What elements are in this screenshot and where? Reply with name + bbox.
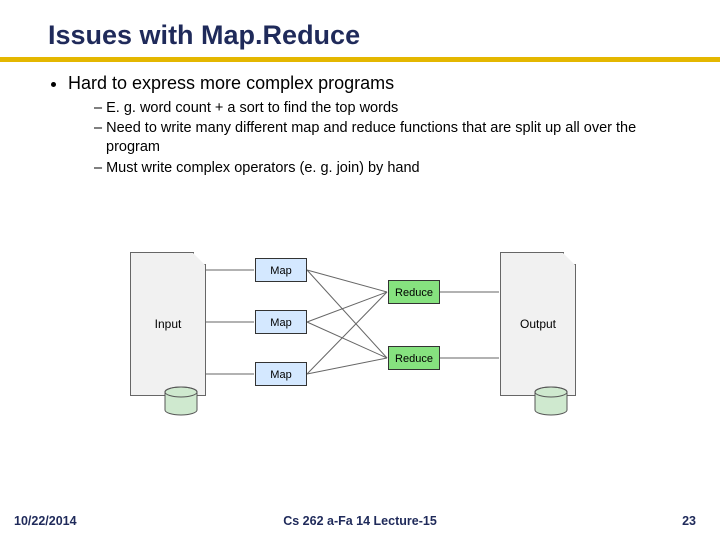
map-node-2: Map	[255, 310, 307, 334]
mapreduce-diagram: Input Output Map Map Map Reduce Reduce	[130, 248, 610, 433]
footer-page: 23	[682, 514, 696, 528]
map-node-3: Map	[255, 362, 307, 386]
title-rule	[0, 57, 720, 62]
sub-bullet-1: E. g. word count + a sort to find the to…	[94, 99, 690, 118]
sub-bullet-list: E. g. word count + a sort to find the to…	[68, 99, 690, 178]
input-file: Input	[130, 252, 206, 396]
output-file: Output	[500, 252, 576, 396]
input-database-icon	[164, 386, 198, 418]
output-label: Output	[520, 317, 556, 331]
sub-bullet-2: Need to write many different map and red…	[94, 119, 690, 157]
map-node-1: Map	[255, 258, 307, 282]
input-label: Input	[155, 317, 182, 331]
input-fold-icon	[193, 252, 206, 265]
sub-bullet-3: Must write complex operators (e. g. join…	[94, 159, 690, 178]
output-fold-icon	[563, 252, 576, 265]
reduce-node-2: Reduce	[388, 346, 440, 370]
bullet-main-text: Hard to express more complex programs	[68, 73, 394, 93]
bullet-main: Hard to express more complex programs E.…	[68, 72, 690, 178]
reduce-node-1: Reduce	[388, 280, 440, 304]
slide: Issues with Map.Reduce Hard to express m…	[0, 0, 720, 540]
footer-date: 10/22/2014	[14, 514, 77, 528]
output-database-icon	[534, 386, 568, 418]
slide-title: Issues with Map.Reduce	[48, 20, 690, 51]
bullet-list: Hard to express more complex programs E.…	[48, 72, 690, 178]
footer-center: Cs 262 a-Fa 14 Lecture-15	[283, 514, 437, 528]
slide-footer: 10/22/2014 Cs 262 a-Fa 14 Lecture-15 23	[0, 514, 720, 528]
